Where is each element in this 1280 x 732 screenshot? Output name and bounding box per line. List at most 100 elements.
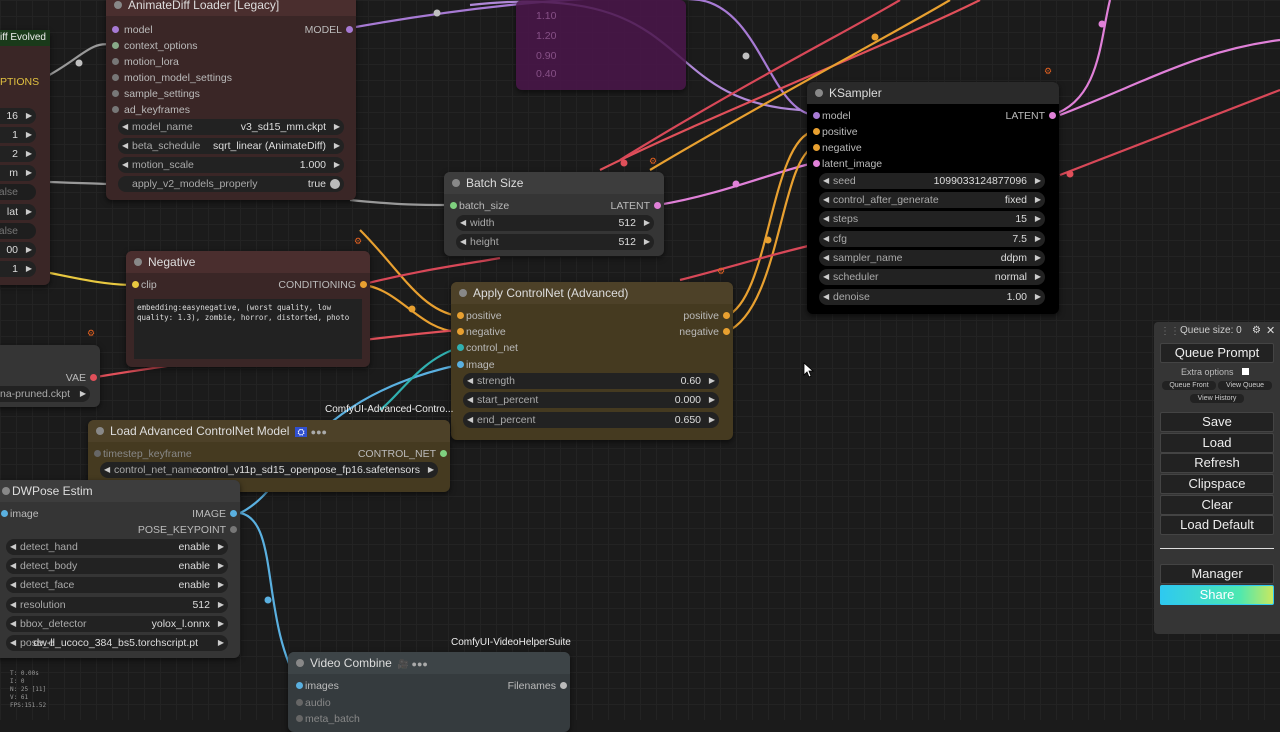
video-combine-node[interactable]: Video Combine 🎥 ●●● images Filenames audi… (288, 652, 570, 732)
strength-widget[interactable]: ◀ strength 0.60 ▶ (463, 373, 719, 389)
end-percent-widget[interactable]: ◀ end_percent 0.650 ▶ (463, 412, 719, 428)
input-positive[interactable]: positive (457, 308, 502, 324)
input-motion-lora[interactable]: motion_lora (112, 54, 179, 70)
denoise-widget[interactable]: ◀ denoise 1.00 ▶ (819, 289, 1045, 305)
beta-schedule-widget[interactable]: ◀ beta_schedule sqrt_linear (AnimateDiff) ▶ (118, 138, 344, 154)
steps-widget[interactable]: ◀ steps 15 ▶ (819, 211, 1045, 227)
output-negative[interactable]: negative (679, 324, 730, 340)
ksampler-node[interactable]: KSampler model LATENT positive negative … (807, 82, 1059, 314)
queue-prompt-button[interactable]: Queue Prompt (1160, 343, 1274, 363)
evolved-sampling-node[interactable]: iff Evolved PTIONS 16 ▶ 1 ▶ 2 ▶ m ▶ alse lat… (0, 30, 50, 285)
input-ad-keyframes[interactable]: ad_keyframes (112, 102, 190, 118)
extra-options-checkbox[interactable] (1242, 368, 1249, 375)
detect-face-widget[interactable]: ◀ detect_face enable ▶ (6, 577, 228, 593)
detect-body-widget[interactable]: ◀ detect_body enable ▶ (6, 558, 228, 574)
bbox-detector-widget[interactable]: ◀ bbox_detector yolox_l.onnx ▶ (6, 616, 228, 632)
input-model[interactable]: model (813, 108, 851, 124)
widget[interactable]: m ▶ (0, 165, 36, 181)
pose-estimator-widget[interactable]: ◀ pose_e dw-ll_ucoco_384_bs5.torchscript.p… (6, 635, 228, 651)
node-header[interactable]: Batch Size (444, 172, 664, 194)
input-image[interactable]: image (457, 357, 495, 373)
node-header[interactable]: Negative (126, 251, 370, 273)
input-positive[interactable]: positive (813, 124, 858, 140)
output-image[interactable]: IMAGE (192, 506, 237, 522)
motion-scale-widget[interactable]: ◀ motion_scale 1.000 ▶ (118, 157, 344, 173)
cfg-widget[interactable]: ◀ cfg 7.5 ▶ (819, 231, 1045, 247)
output-positive[interactable]: positive (683, 308, 730, 324)
animatediff-loader-node[interactable]: AnimateDiff Loader [Legacy] model MODEL … (106, 0, 356, 200)
view-history-button[interactable]: View History (1190, 394, 1244, 403)
widget[interactable]: 1 ▶ (0, 127, 36, 143)
sampler-name-widget[interactable]: ◀ sampler_name ddpm ▶ (819, 250, 1045, 266)
widget[interactable]: 2 ▶ (0, 146, 36, 162)
node-header[interactable]: AnimateDiff Loader [Legacy] (106, 0, 356, 16)
batch-size-node[interactable]: Batch Size batch_size LATENT ◀ width 512 ▶ … (444, 172, 664, 256)
width-widget[interactable]: ◀ width 512 ▶ (456, 215, 654, 231)
node-header[interactable]: Video Combine 🎥 ●●● (288, 652, 570, 674)
prompt-textarea[interactable]: embedding:easynegative, (worst quality, … (134, 299, 362, 359)
checkpoint-loader-node[interactable]: VAE na-pruned.ckpt ▶ (0, 345, 100, 407)
output-control-net[interactable]: CONTROL_NET (358, 446, 447, 462)
close-icon[interactable]: ✕ (1266, 324, 1275, 337)
save-button[interactable]: Save (1160, 412, 1274, 432)
apply-controlnet-node[interactable]: Apply ControlNet (Advanced) positive pos… (451, 282, 733, 440)
purple-node[interactable]: 1.10 1.20 0.90 0.40 (516, 0, 686, 90)
input-model[interactable]: model (112, 22, 153, 38)
node-header[interactable]: Apply ControlNet (Advanced) (451, 282, 733, 304)
widget[interactable]: alse (0, 184, 36, 200)
input-image[interactable]: image (1, 506, 39, 522)
ckpt-name-widget[interactable]: na-pruned.ckpt ▶ (0, 386, 90, 402)
node-header[interactable]: DWPose Estim (0, 480, 240, 502)
control-net-name-widget[interactable]: ◀ control_net_name control_v11p_sd15_openp… (100, 462, 438, 478)
refresh-button[interactable]: Refresh (1160, 453, 1274, 473)
seed-widget[interactable]: ◀ seed 1099033124877096 ▶ (819, 173, 1045, 189)
output-conditioning[interactable]: CONDITIONING (278, 277, 367, 293)
output-pose-keypoint[interactable]: POSE_KEYPOINT (138, 522, 237, 538)
drag-handle-icon[interactable]: ⋮⋮ (1160, 326, 1180, 337)
input-context-options[interactable]: context_options (112, 38, 198, 54)
manager-button[interactable]: Manager (1160, 564, 1274, 584)
output-latent[interactable]: LATENT (611, 198, 661, 214)
input-clip[interactable]: clip (132, 277, 157, 293)
height-widget[interactable]: ◀ height 512 ▶ (456, 234, 654, 250)
input-images[interactable]: images (296, 678, 339, 694)
input-negative[interactable]: negative (457, 324, 506, 340)
node-header[interactable]: KSampler (807, 82, 1059, 104)
start-percent-widget[interactable]: ◀ start_percent 0.000 ▶ (463, 392, 719, 408)
widget[interactable]: 1 ▶ (0, 261, 36, 277)
share-button[interactable]: Share (1160, 585, 1274, 605)
input-negative[interactable]: negative (813, 140, 862, 156)
node-header[interactable]: Load Advanced ControlNet Model ⛭ ●●● (88, 420, 450, 442)
output-latent[interactable]: LATENT (1006, 108, 1056, 124)
widget[interactable]: 16 ▶ (0, 108, 36, 124)
widget[interactable]: lat ▶ (0, 204, 36, 220)
control-after-generate-widget[interactable]: ◀ control_after_generate fixed ▶ (819, 192, 1045, 208)
input-audio[interactable]: audio (296, 695, 331, 711)
input-batch-size[interactable]: batch_size (450, 198, 509, 214)
view-queue-button[interactable]: View Queue (1218, 381, 1272, 390)
input-sample-settings[interactable]: sample_settings (112, 86, 200, 102)
negative-prompt-node[interactable]: Negative clip CONDITIONING embedding:eas… (126, 251, 370, 367)
queue-front-button[interactable]: Queue Front (1162, 381, 1216, 390)
apply-v2-toggle[interactable]: apply_v2_models_properly true (118, 176, 344, 192)
model-name-widget[interactable]: ◀ model_name v3_sd15_mm.ckpt ▶ (118, 119, 344, 135)
clipspace-button[interactable]: Clipspace (1160, 474, 1274, 494)
widget[interactable]: alse (0, 223, 36, 239)
resolution-widget[interactable]: ◀ resolution 512 ▶ (6, 597, 228, 613)
scheduler-widget[interactable]: ◀ scheduler normal ▶ (819, 269, 1045, 285)
input-meta-batch[interactable]: meta_batch (296, 711, 360, 727)
detect-hand-widget[interactable]: ◀ detect_hand enable ▶ (6, 539, 228, 555)
clear-button[interactable]: Clear (1160, 495, 1274, 515)
dwpose-estimator-node[interactable]: DWPose Estim image IMAGE POSE_KEYPOINT ◀… (0, 480, 240, 658)
output-vae[interactable]: VAE (66, 370, 97, 386)
load-button[interactable]: Load (1160, 433, 1274, 453)
gear-icon[interactable]: ⚙ (1252, 325, 1261, 336)
output-filenames[interactable]: Filenames (508, 678, 567, 694)
input-latent-image[interactable]: latent_image (813, 156, 882, 172)
output-model[interactable]: MODEL (305, 22, 353, 38)
load-default-button[interactable]: Load Default (1160, 515, 1274, 535)
widget[interactable]: 00 ▶ (0, 242, 36, 258)
input-timestep-keyframe[interactable]: timestep_keyframe (94, 446, 192, 462)
input-motion-model-settings[interactable]: motion_model_settings (112, 70, 232, 86)
input-control-net[interactable]: control_net (457, 340, 518, 356)
